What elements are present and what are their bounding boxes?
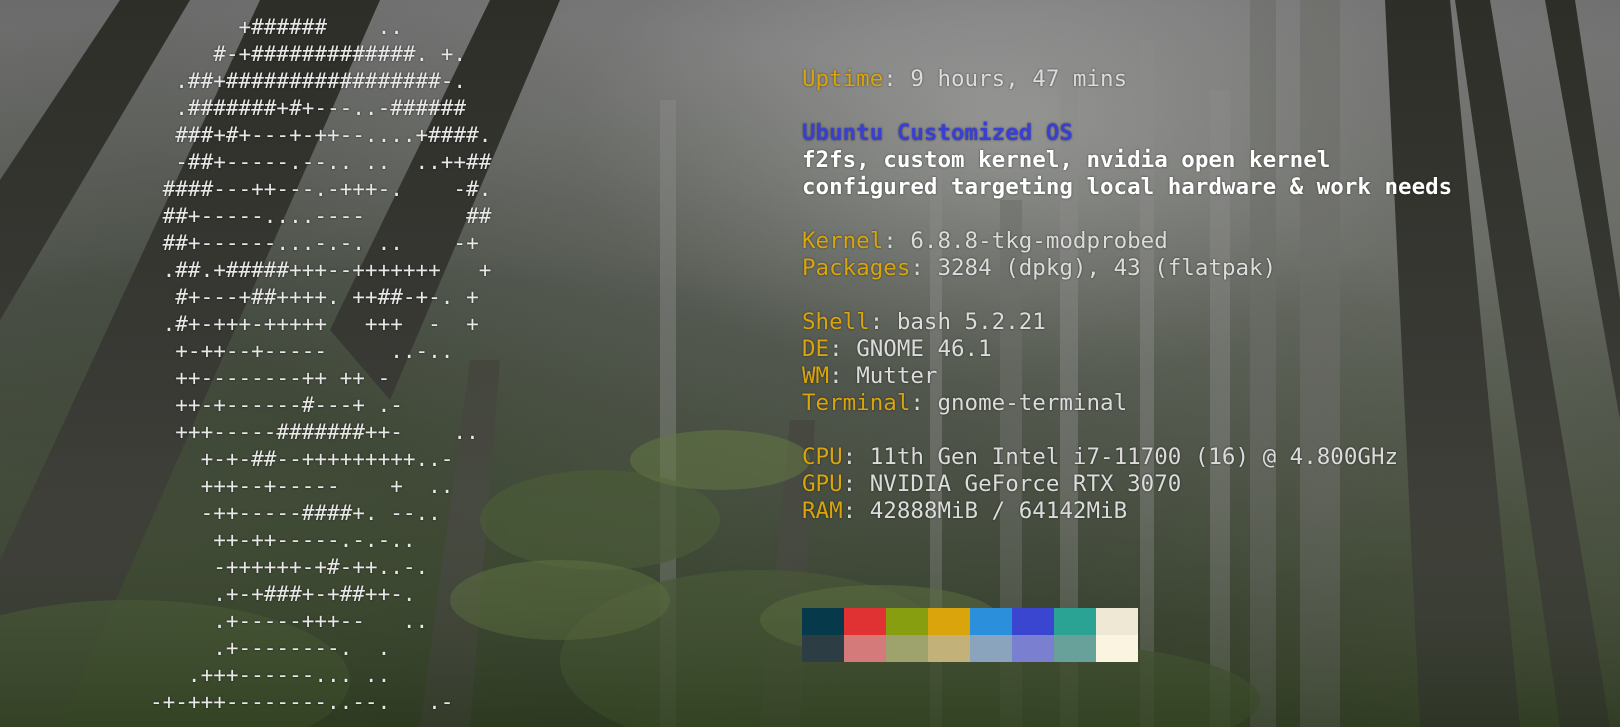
separator: : <box>869 309 897 335</box>
de-value: GNOME 46.1 <box>856 336 992 362</box>
ascii-line: #-+#############. +. <box>150 42 467 66</box>
system-info-panel: Uptime: 9 hours, 47 mins Ubuntu Customiz… <box>802 66 1452 525</box>
shell-row: Shell: bash 5.2.21 <box>802 309 1452 336</box>
terminal-key: Terminal <box>802 390 911 416</box>
packages-value: 3284 (dpkg), 43 (flatpak) <box>937 255 1277 281</box>
shell-value: bash 5.2.21 <box>896 309 1046 335</box>
uptime-row: Uptime: 9 hours, 47 mins <box>802 66 1452 93</box>
color-swatch <box>1054 608 1096 635</box>
kernel-key: Kernel <box>802 228 884 254</box>
ascii-line: -##+-----.--.. .. ..++## <box>150 150 492 174</box>
ascii-line: .#+-+++-+++++ +++ - + <box>150 312 479 336</box>
cpu-value: 11th Gen Intel i7-11700 (16) @ 4.800GHz <box>869 444 1399 470</box>
os-title: Ubuntu Customized OS <box>802 120 1073 146</box>
ascii-logo: +###### .. #-+#############. +. .##+####… <box>150 14 491 716</box>
os-description-line-1: f2fs, custom kernel, nvidia open kernel <box>802 147 1331 173</box>
separator: : <box>883 66 911 92</box>
ascii-line: ####---++---.-+++-. -#. <box>150 177 492 201</box>
color-swatch <box>1054 635 1096 662</box>
ascii-line: ++-++-----.-.-.. <box>150 528 416 552</box>
uptime-key: Uptime <box>802 66 884 92</box>
color-swatch <box>802 635 844 662</box>
wm-value: Mutter <box>856 363 938 389</box>
ascii-line: .+--------. . <box>150 636 391 660</box>
ascii-line: +###### .. <box>150 15 403 39</box>
de-row: DE: GNOME 46.1 <box>802 336 1452 363</box>
gpu-value: NVIDIA GeForce RTX 3070 <box>869 471 1182 497</box>
ascii-line: -++++++-+#-++..-. <box>150 555 429 579</box>
ascii-line: ++-+------#---+ .- <box>150 393 403 417</box>
ascii-line: .##.+#####+++--+++++++ + <box>150 258 492 282</box>
ascii-line: -+-+++--------..--. .- <box>150 690 454 714</box>
separator: : <box>829 336 857 362</box>
color-swatch <box>844 608 886 635</box>
ascii-line: ++--------++ ++ - <box>150 366 391 390</box>
ram-row: RAM: 42888MiB / 64142MiB <box>802 498 1452 525</box>
ascii-line: ##+------...-.-. .. -+ <box>150 231 479 255</box>
terminal-value: gnome-terminal <box>937 390 1128 416</box>
color-swatch <box>970 635 1012 662</box>
packages-key: Packages <box>802 255 911 281</box>
de-key: DE <box>802 336 830 362</box>
ascii-line: +++--+----- + .. <box>150 474 454 498</box>
ascii-line: +-++--+----- ..-.. <box>150 339 454 363</box>
separator: : <box>910 255 938 281</box>
ascii-line: .+++------... .. <box>150 663 391 687</box>
packages-row: Packages: 3284 (dpkg), 43 (flatpak) <box>802 255 1452 282</box>
color-swatch <box>1012 608 1054 635</box>
gpu-row: GPU: NVIDIA GeForce RTX 3070 <box>802 471 1452 498</box>
color-swatch <box>802 608 844 635</box>
separator: : <box>842 471 870 497</box>
terminal-row: Terminal: gnome-terminal <box>802 390 1452 417</box>
ascii-line: ###+#+---+-++--....+####. <box>150 123 492 147</box>
ascii-line: -++-----####+. --.. <box>150 501 441 525</box>
color-swatch <box>928 608 970 635</box>
color-swatch <box>886 635 928 662</box>
separator: : <box>883 228 911 254</box>
color-swatch <box>970 608 1012 635</box>
ram-value: 42888MiB / 64142MiB <box>869 498 1128 524</box>
color-swatch <box>1096 635 1138 662</box>
separator: : <box>829 363 857 389</box>
kernel-value: 6.8.8-tkg-modprobed <box>910 228 1168 254</box>
color-swatch <box>886 608 928 635</box>
wm-row: WM: Mutter <box>802 363 1452 390</box>
color-swatch <box>1096 608 1138 635</box>
cpu-row: CPU: 11th Gen Intel i7-11700 (16) @ 4.80… <box>802 444 1452 471</box>
separator: : <box>842 498 870 524</box>
ascii-line: .#######+#+---..-###### <box>150 96 467 120</box>
ascii-line: .##+#################-. <box>150 69 467 93</box>
ascii-line: ##+-----....---- ## <box>150 204 492 228</box>
color-swatch <box>928 635 970 662</box>
ascii-line: .+-----+++-- .. <box>150 609 429 633</box>
separator: : <box>842 444 870 470</box>
color-palette <box>802 608 1138 662</box>
wm-key: WM <box>802 363 830 389</box>
ascii-line: +++-----#######++- .. <box>150 420 479 444</box>
shell-key: Shell <box>802 309 870 335</box>
ascii-line: .+-+###+-+##++-. <box>150 582 416 606</box>
ascii-line: +-+-##--+++++++++..- <box>150 447 454 471</box>
cpu-key: CPU <box>802 444 843 470</box>
ram-key: RAM <box>802 498 843 524</box>
separator: : <box>910 390 938 416</box>
os-description-line-2: configured targeting local hardware & wo… <box>802 174 1453 200</box>
color-swatch <box>844 635 886 662</box>
kernel-row: Kernel: 6.8.8-tkg-modprobed <box>802 228 1452 255</box>
color-swatch <box>1012 635 1054 662</box>
ascii-line: #+---+##++++. ++##-+-. + <box>150 285 479 309</box>
uptime-value: 9 hours, 47 mins <box>910 66 1128 92</box>
gpu-key: GPU <box>802 471 843 497</box>
